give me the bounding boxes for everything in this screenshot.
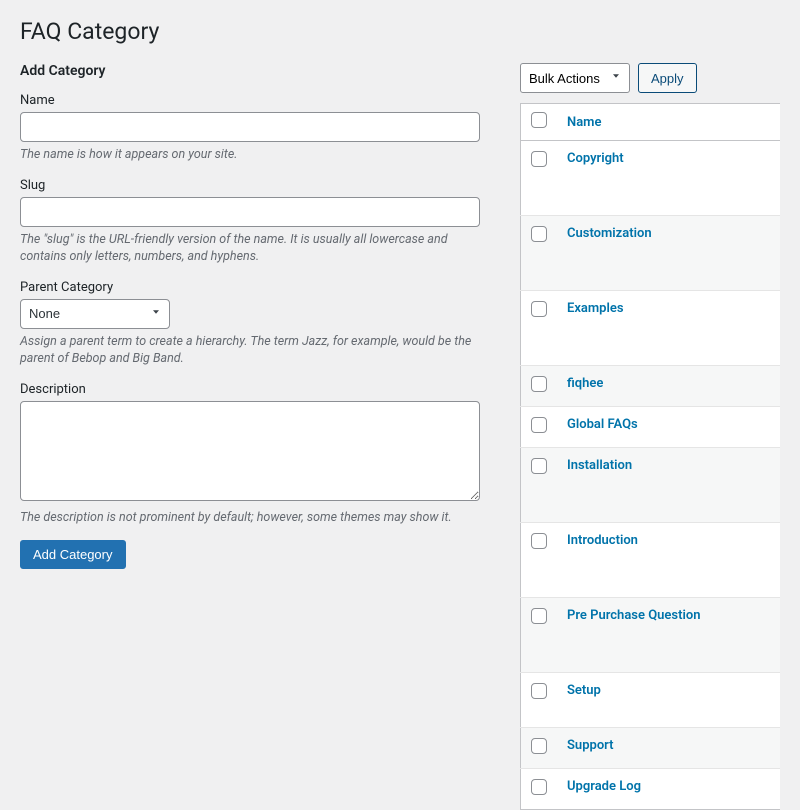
slug-help: The "slug" is the URL-friendly version o… bbox=[20, 231, 480, 266]
table-row: Support bbox=[521, 728, 781, 769]
table-row: Global FAQs bbox=[521, 407, 781, 448]
name-input[interactable] bbox=[20, 112, 480, 142]
table-row: Copyright bbox=[521, 141, 781, 216]
name-label: Name bbox=[20, 93, 480, 108]
row-checkbox[interactable] bbox=[531, 683, 547, 699]
table-row: Installation bbox=[521, 448, 781, 523]
description-textarea[interactable] bbox=[20, 401, 480, 501]
add-category-button[interactable]: Add Category bbox=[20, 540, 126, 569]
row-checkbox[interactable] bbox=[531, 301, 547, 317]
table-row: Examples bbox=[521, 291, 781, 366]
description-help: The description is not prominent by defa… bbox=[20, 509, 480, 527]
category-list: Bulk Actions Apply Name bbox=[520, 63, 780, 810]
category-link[interactable]: Customization bbox=[567, 226, 652, 241]
name-help: The name is how it appears on your site. bbox=[20, 146, 480, 164]
category-link[interactable]: Copyright bbox=[567, 151, 624, 166]
add-category-form: Add Category Name The name is how it app… bbox=[20, 63, 480, 810]
table-row: Setup bbox=[521, 673, 781, 728]
column-header-name[interactable]: Name bbox=[567, 115, 601, 130]
categories-table: Name Copyright Customization bbox=[520, 103, 780, 810]
category-link[interactable]: Installation bbox=[567, 458, 632, 473]
category-link[interactable]: Pre Purchase Question bbox=[567, 608, 700, 623]
table-row: fiqhee bbox=[521, 366, 781, 407]
bulk-actions-select[interactable]: Bulk Actions bbox=[520, 63, 630, 93]
table-row: Customization bbox=[521, 216, 781, 291]
parent-help: Assign a parent term to create a hierarc… bbox=[20, 333, 480, 368]
select-all-checkbox[interactable] bbox=[531, 112, 547, 128]
parent-label: Parent Category bbox=[20, 280, 480, 295]
row-checkbox[interactable] bbox=[531, 376, 547, 392]
slug-input[interactable] bbox=[20, 197, 480, 227]
category-link[interactable]: Upgrade Log bbox=[567, 779, 641, 794]
row-checkbox[interactable] bbox=[531, 151, 547, 167]
apply-button[interactable]: Apply bbox=[638, 63, 697, 93]
category-link[interactable]: fiqhee bbox=[567, 376, 603, 391]
row-checkbox[interactable] bbox=[531, 533, 547, 549]
slug-label: Slug bbox=[20, 178, 480, 193]
row-checkbox[interactable] bbox=[531, 226, 547, 242]
row-checkbox[interactable] bbox=[531, 738, 547, 754]
table-row: Upgrade Log bbox=[521, 769, 781, 810]
category-link[interactable]: Global FAQs bbox=[567, 417, 638, 432]
parent-select[interactable]: None bbox=[20, 299, 170, 329]
description-label: Description bbox=[20, 382, 480, 397]
table-row: Pre Purchase Question bbox=[521, 598, 781, 673]
row-checkbox[interactable] bbox=[531, 417, 547, 433]
row-checkbox[interactable] bbox=[531, 779, 547, 795]
form-title: Add Category bbox=[20, 63, 480, 79]
category-link[interactable]: Setup bbox=[567, 683, 601, 698]
category-link[interactable]: Support bbox=[567, 738, 614, 753]
row-checkbox[interactable] bbox=[531, 458, 547, 474]
page-title: FAQ Category bbox=[20, 18, 780, 45]
category-link[interactable]: Examples bbox=[567, 301, 624, 316]
table-row: Introduction bbox=[521, 523, 781, 598]
category-link[interactable]: Introduction bbox=[567, 533, 638, 548]
row-checkbox[interactable] bbox=[531, 608, 547, 624]
